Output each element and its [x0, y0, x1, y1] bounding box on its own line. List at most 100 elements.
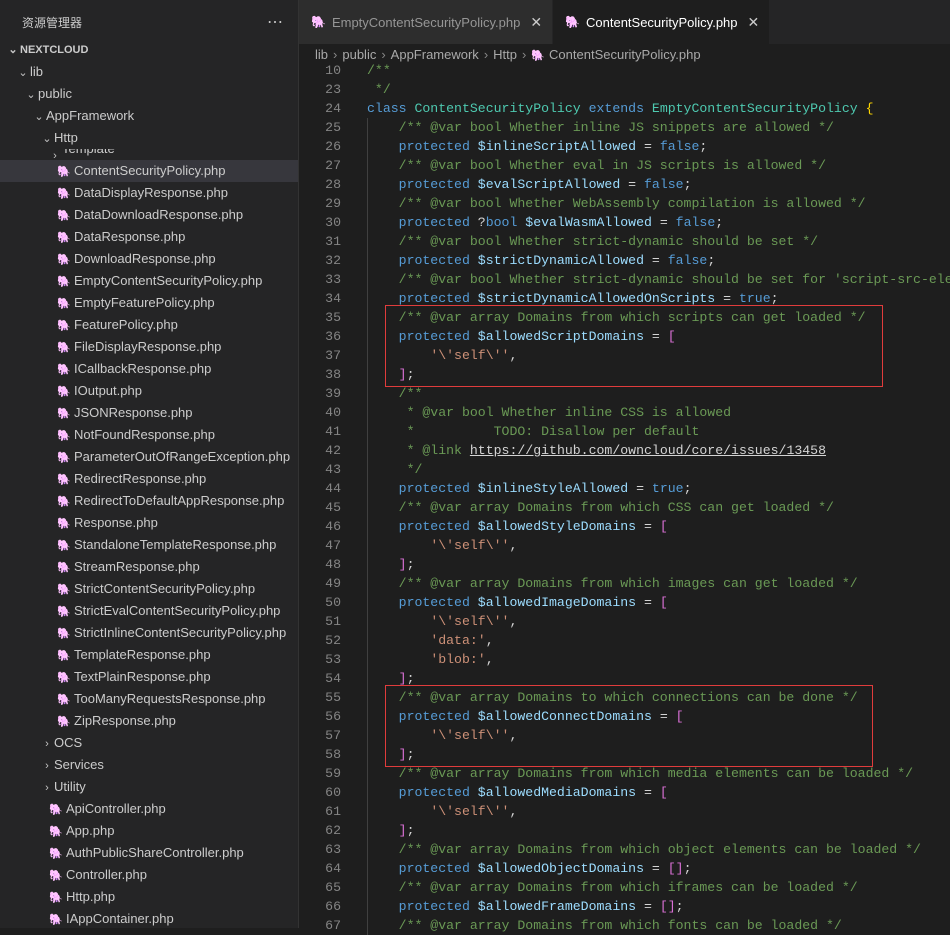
close-icon[interactable]: ✕ — [748, 14, 760, 31]
line-number: 59 — [325, 766, 341, 781]
tree-file[interactable]: 🐘 NotFoundResponse.php — [0, 424, 298, 446]
tree-file[interactable]: 🐘 TooManyRequestsResponse.php — [0, 688, 298, 710]
code-view[interactable]: 10 /** 23 */ 24 class ContentSecurityPolicy … — [299, 61, 950, 935]
ellipsis-icon[interactable]: ⋯ — [267, 12, 284, 32]
tree-file[interactable]: 🐘 Controller.php — [0, 864, 298, 886]
tree-file[interactable]: 🐘 DownloadResponse.php — [0, 248, 298, 270]
code-token: ; — [683, 177, 692, 192]
tree-file[interactable]: 🐘 TextPlainResponse.php — [0, 666, 298, 688]
tree-file[interactable]: 🐘 IOutput.php — [0, 380, 298, 402]
tree-file[interactable]: 🐘 ICallbackResponse.php — [0, 358, 298, 380]
tree-file[interactable]: 🐘 DataDisplayResponse.php — [0, 182, 298, 204]
editor-tab[interactable]: 🐘 ContentSecurityPolicy.php ✕ — [553, 0, 771, 44]
code-token: ContentSecurityPolicy — [414, 101, 589, 116]
tree-item-label: IOutput.php — [74, 383, 142, 398]
code-token: = — [620, 177, 644, 192]
tree-file[interactable]: 🐘 Response.php — [0, 512, 298, 534]
tree-file[interactable]: 🐘 App.php — [0, 820, 298, 842]
chevron-right-icon: › — [333, 47, 338, 62]
breadcrumb-item[interactable]: ContentSecurityPolicy.php — [549, 47, 701, 62]
code-line: 29 /** @var bool Whether WebAssembly com… — [299, 194, 950, 213]
code-token: false — [675, 215, 716, 230]
line-number: 66 — [325, 899, 341, 914]
line-number: 28 — [325, 177, 341, 192]
code-text: /** @var bool Whether strict-dynamic sho… — [367, 270, 950, 289]
code-text: protected $inlineStyleAllowed = true; — [367, 479, 692, 498]
code-token: protected — [398, 785, 478, 800]
tree-file[interactable]: 🐘 ZipResponse.php — [0, 710, 298, 732]
tree-file[interactable]: 🐘 StrictInlineContentSecurityPolicy.php — [0, 622, 298, 644]
line-number: 36 — [325, 329, 341, 344]
tree-file[interactable]: 🐘 ApiController.php — [0, 798, 298, 820]
tree-folder[interactable]: ⌄ lib — [0, 61, 298, 83]
tree-file[interactable]: 🐘 AuthPublicShareController.php — [0, 842, 298, 864]
code-token: protected — [398, 709, 478, 724]
code-token: protected — [398, 595, 478, 610]
tree-folder[interactable]: ⌄ public — [0, 83, 298, 105]
tree-file[interactable]: 🐘 Http.php — [0, 886, 298, 908]
tree-file[interactable]: 🐘 ContentSecurityPolicy.php — [0, 160, 298, 182]
tree-item-label: IAppContainer.php — [66, 911, 174, 926]
tree-file[interactable]: 🐘 FileDisplayResponse.php — [0, 336, 298, 358]
workspace-root[interactable]: ⌄ NEXTCLOUD — [0, 39, 298, 61]
breadcrumb-item[interactable]: public — [342, 47, 376, 62]
line-number: 40 — [325, 405, 341, 420]
breadcrumb-item[interactable]: lib — [315, 47, 328, 62]
php-elephant-icon: 🐘 — [57, 562, 71, 574]
code-token: /** @var bool Whether eval in JS scripts… — [398, 158, 827, 173]
tree-folder[interactable]: › Template — [0, 149, 298, 160]
code-token: 'data:' — [430, 633, 486, 648]
code-line: 54 ]; — [299, 669, 950, 688]
tree-file[interactable]: 🐘 ParameterOutOfRangeException.php — [0, 446, 298, 468]
php-elephant-icon: 🐘 — [57, 342, 71, 354]
line-number: 56 — [325, 709, 341, 724]
php-elephant-icon: 🐘 — [49, 914, 63, 926]
tree-file[interactable]: 🐘 FeaturePolicy.php — [0, 314, 298, 336]
chevron-down-icon: ⌄ — [26, 89, 36, 101]
tree-file[interactable]: 🐘 EmptyFeaturePolicy.php — [0, 292, 298, 314]
code-text: /** @var array Domains to which connecti… — [367, 688, 858, 707]
tree-folder[interactable]: ⌄ Http — [0, 127, 298, 149]
tree-folder[interactable]: ⌄ AppFramework — [0, 105, 298, 127]
code-text: /** @var array Domains from which images… — [367, 574, 858, 593]
breadcrumb-item[interactable]: AppFramework — [391, 47, 479, 62]
code-token: protected — [398, 139, 478, 154]
editor-tab[interactable]: 🐘 EmptyContentSecurityPolicy.php ✕ — [299, 0, 554, 44]
code-token: [ — [659, 785, 668, 800]
tree-folder[interactable]: › Services — [0, 754, 298, 776]
tree-file[interactable]: 🐘 DataDownloadResponse.php — [0, 204, 298, 226]
tree-file[interactable]: 🐘 RedirectResponse.php — [0, 468, 298, 490]
code-link[interactable]: https://github.com/owncloud/core/issues/… — [470, 443, 826, 458]
tree-file[interactable]: 🐘 TemplateResponse.php — [0, 644, 298, 666]
code-line: 49 /** @var array Domains from which ima… — [299, 574, 950, 593]
tree-file[interactable]: 🐘 IAppContainer.php — [0, 908, 298, 928]
code-line: 41 * TODO: Disallow per default — [299, 422, 950, 441]
php-elephant-icon: 🐘 — [57, 276, 71, 288]
code-token: $strictDynamicAllowed — [477, 253, 644, 268]
tree-file[interactable]: 🐘 StrictContentSecurityPolicy.php — [0, 578, 298, 600]
tree-file[interactable]: 🐘 JSONResponse.php — [0, 402, 298, 424]
tree-file[interactable]: 🐘 StrictEvalContentSecurityPolicy.php — [0, 600, 298, 622]
breadcrumb-item[interactable]: Http — [493, 47, 517, 62]
code-token: = — [644, 329, 668, 344]
tree-file[interactable]: 🐘 EmptyContentSecurityPolicy.php — [0, 270, 298, 292]
tree-item-label: Response.php — [74, 515, 158, 530]
tree-folder[interactable]: › OCS — [0, 732, 298, 754]
tree-file[interactable]: 🐘 DataResponse.php — [0, 226, 298, 248]
tree-file[interactable]: 🐘 StandaloneTemplateResponse.php — [0, 534, 298, 556]
code-token: [ — [667, 329, 676, 344]
tree-file[interactable]: 🐘 RedirectToDefaultAppResponse.php — [0, 490, 298, 512]
code-token: true — [738, 291, 771, 306]
line-number: 46 — [325, 519, 341, 534]
code-token: { — [865, 101, 874, 116]
close-icon[interactable]: ✕ — [530, 14, 542, 31]
tree-item-label: FileDisplayResponse.php — [74, 339, 222, 354]
code-line: 35 /** @var array Domains from which scr… — [299, 308, 950, 327]
tree-folder[interactable]: › Utility — [0, 776, 298, 798]
tree-file[interactable]: 🐘 StreamResponse.php — [0, 556, 298, 578]
